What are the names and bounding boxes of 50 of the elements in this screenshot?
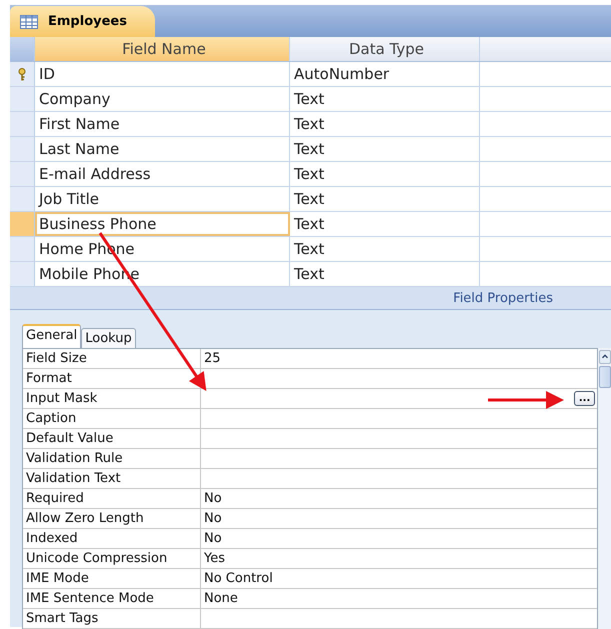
property-value[interactable]: No <box>204 491 222 506</box>
scroll-up-icon[interactable] <box>598 350 611 364</box>
property-label: Validation Rule <box>23 449 201 468</box>
property-label: Smart Tags <box>23 609 201 628</box>
table-cell[interactable]: Text <box>290 137 480 161</box>
property-label: Field Size <box>23 349 201 368</box>
property-label: IME Sentence Mode <box>23 589 201 608</box>
property-value[interactable]: None <box>204 591 238 606</box>
table-cell[interactable]: Text <box>290 162 480 186</box>
table-cell[interactable]: First Name <box>35 112 290 136</box>
table-cell[interactable]: Text <box>290 112 480 136</box>
table-cell[interactable]: Text <box>290 187 480 211</box>
property-label: Default Value <box>23 429 201 448</box>
property-label: Required <box>23 489 201 508</box>
table-cell[interactable]: Job Title <box>35 187 290 211</box>
property-label: Caption <box>23 409 201 428</box>
property-label: IME Mode <box>23 569 201 588</box>
property-value[interactable]: No <box>204 511 222 526</box>
table-cell[interactable]: E-mail Address <box>35 162 290 186</box>
row-selector[interactable] <box>10 62 35 86</box>
table-cell[interactable]: Company <box>35 87 290 111</box>
property-label: Allow Zero Length <box>23 509 201 528</box>
table-cell[interactable]: Text <box>290 212 480 236</box>
property-value[interactable]: No <box>204 531 222 546</box>
table-cell[interactable]: Text <box>290 237 480 261</box>
table-icon <box>20 14 38 28</box>
table-cell[interactable]: Business Phone <box>35 212 290 236</box>
property-label: Indexed <box>23 529 201 548</box>
table-cell[interactable]: Last Name <box>35 137 290 161</box>
property-value[interactable]: Yes <box>204 551 225 566</box>
scroll-thumb[interactable] <box>598 366 611 388</box>
table-cell[interactable]: Text <box>290 262 480 286</box>
property-label: Unicode Compression <box>23 549 201 568</box>
property-value[interactable]: No Control <box>204 571 273 586</box>
key-icon <box>18 68 26 80</box>
table-cell[interactable]: Text <box>290 87 480 111</box>
tab[interactable]: General <box>22 324 82 348</box>
section-title: Field Properties <box>453 290 553 306</box>
column-header: Data Type <box>290 37 480 61</box>
builder-button[interactable]: ... <box>574 391 596 406</box>
property-label: Format <box>23 369 201 388</box>
property-value[interactable]: 25 <box>204 351 221 366</box>
property-label: Validation Text <box>23 469 201 488</box>
property-label: Input Mask <box>23 389 201 408</box>
tab[interactable]: Lookup <box>81 328 136 348</box>
column-header: Field Name <box>35 37 290 61</box>
table-cell[interactable]: AutoNumber <box>290 62 480 86</box>
document-tab[interactable]: Employees <box>10 6 155 37</box>
table-cell[interactable]: ID <box>35 62 290 86</box>
scrollbar[interactable] <box>598 348 611 629</box>
